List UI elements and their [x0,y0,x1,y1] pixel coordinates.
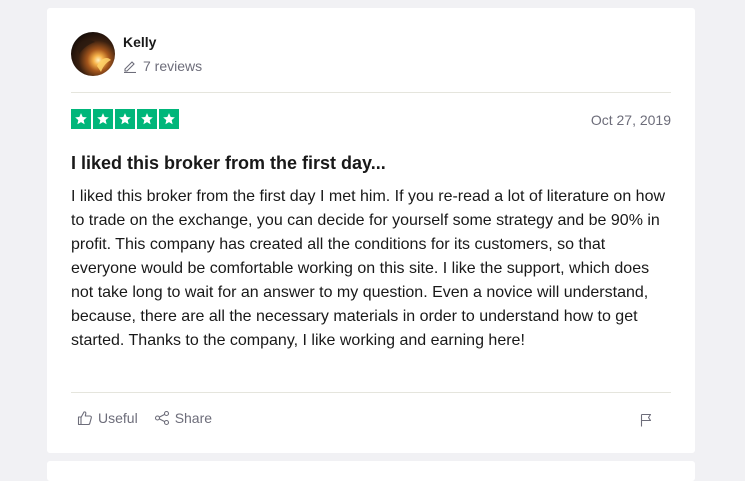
star-icon [115,109,135,129]
star-icon [137,109,157,129]
flag-icon[interactable] [639,413,653,427]
review-card: Kelly 7 reviews Oct 27, 2019 I liked thi… [47,8,695,453]
next-review-card [47,461,695,481]
review-count-label: 7 reviews [143,58,203,74]
star-icon [159,109,179,129]
share-icon [154,410,170,426]
star-icon [93,109,113,129]
divider [71,392,671,393]
useful-button[interactable]: Useful [77,410,138,426]
review-actions: Useful Share [77,410,212,426]
star-rating [71,109,179,129]
avatar[interactable] [71,32,115,76]
review-title[interactable]: I liked this broker from the first day..… [71,153,386,174]
share-label: Share [174,410,213,426]
reviewer-review-count: 7 reviews [123,58,202,74]
star-icon [71,109,91,129]
divider [71,92,671,93]
pencil-icon [123,59,137,74]
review-date: Oct 27, 2019 [590,112,671,128]
review-body: I liked this broker from the first day I… [71,188,666,349]
thumbs-up-icon [77,410,93,426]
reviewer-name[interactable]: Kelly [123,34,156,50]
share-button[interactable]: Share [154,410,212,426]
useful-label: Useful [98,410,138,426]
